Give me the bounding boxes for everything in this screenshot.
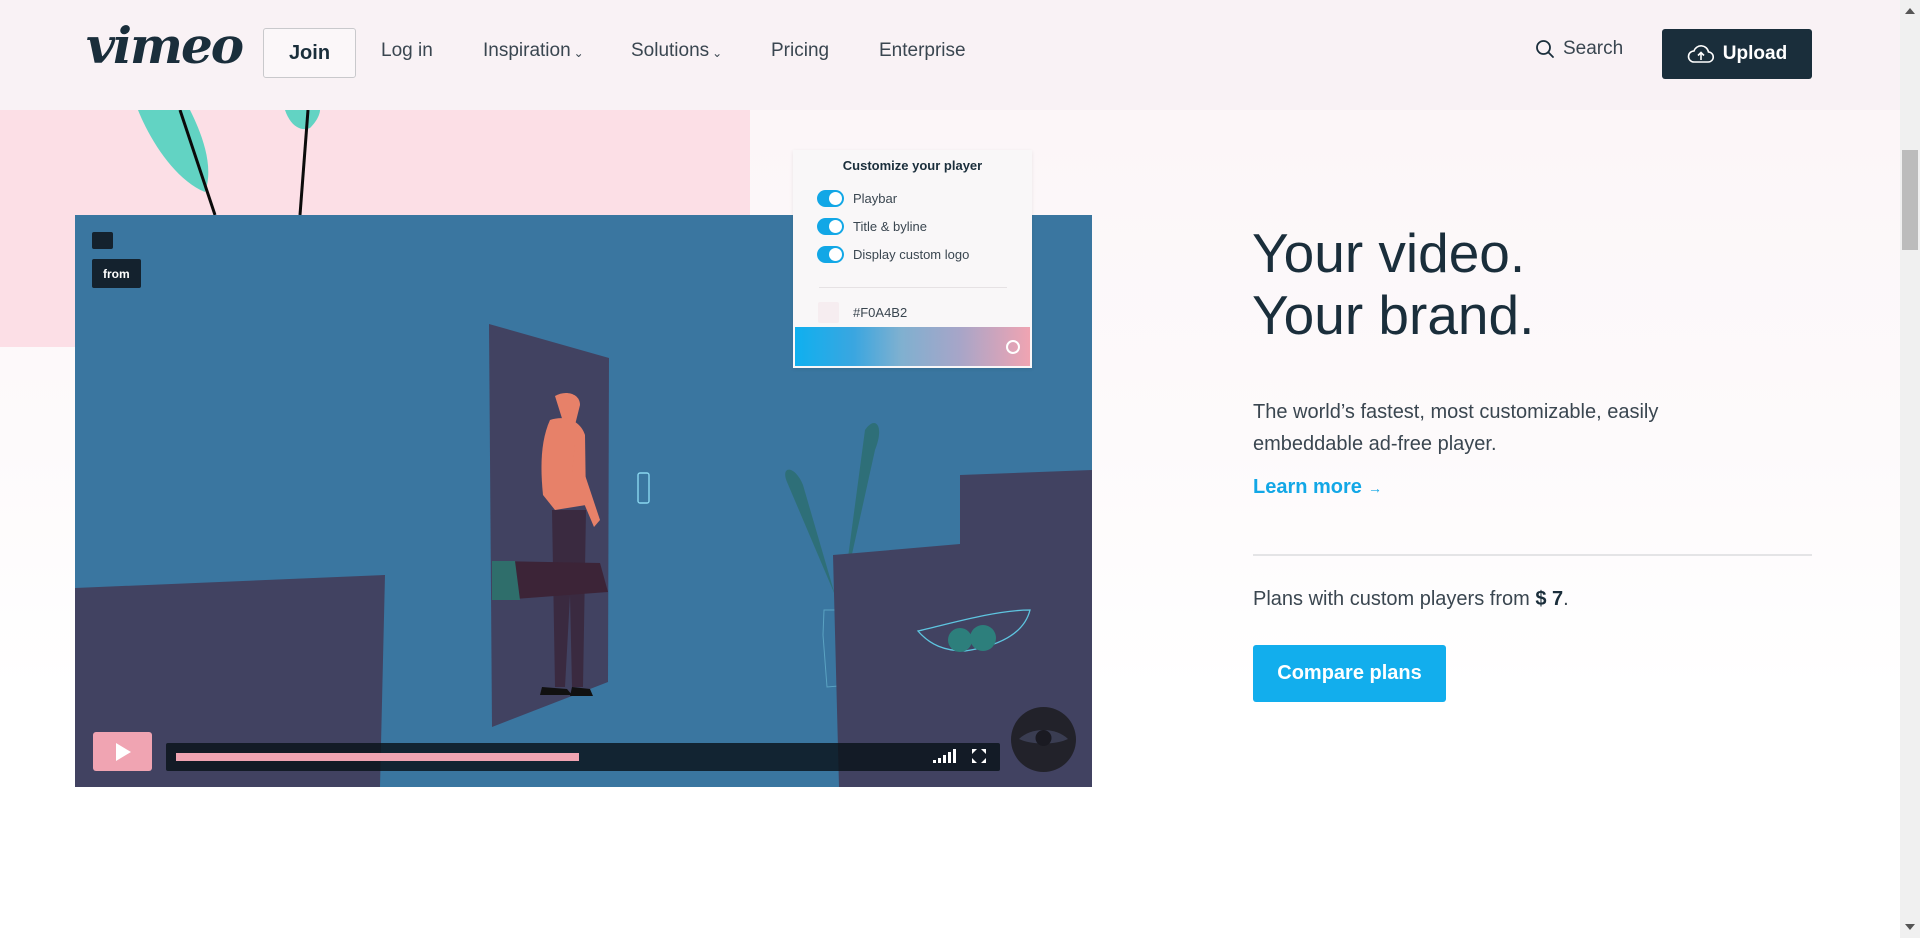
scroll-up-arrow-icon[interactable]: [1905, 8, 1915, 14]
join-button[interactable]: Join: [263, 28, 356, 78]
vimeo-logo[interactable]: vimeo: [86, 18, 244, 74]
play-button[interactable]: [93, 732, 152, 771]
top-nav: vimeo Join Log in Inspiration ⌄ Solution…: [0, 0, 1900, 110]
plans-suffix: .: [1563, 588, 1569, 610]
plant-leaves-illustration: [138, 110, 320, 215]
toggle-label: Title & byline: [853, 219, 927, 234]
nav-log-in[interactable]: Log in: [381, 40, 433, 62]
search-label: Search: [1563, 38, 1624, 59]
nav-label: Pricing: [771, 40, 830, 61]
player-controlbar: [166, 743, 1000, 771]
nav-label: Enterprise: [879, 40, 966, 61]
page-scrollbar[interactable]: [1900, 0, 1920, 938]
learn-more-link[interactable]: Learn more →: [1253, 476, 1382, 499]
toggle-label: Playbar: [853, 191, 898, 206]
toggle-switch[interactable]: [817, 190, 844, 207]
byline-badge[interactable]: from: [92, 259, 141, 288]
nav-inspiration[interactable]: Inspiration ⌄: [483, 40, 584, 62]
logo-placeholder: [92, 232, 113, 249]
color-swatch[interactable]: [818, 302, 839, 323]
color-hex-value: #F0A4B2: [853, 305, 908, 320]
plans-prefix: Plans with custom players from: [1253, 588, 1530, 610]
plans-pricing-text: Plans with custom players from $ 7.: [1253, 588, 1569, 611]
nav-pricing[interactable]: Pricing: [771, 40, 829, 62]
fullscreen-icon[interactable]: [972, 749, 986, 763]
toggle-switch[interactable]: [817, 246, 844, 263]
play-icon: [115, 742, 131, 761]
eye-icon: [1011, 707, 1076, 772]
upload-label: Upload: [1722, 43, 1788, 64]
search-button[interactable]: Search: [1535, 38, 1623, 60]
panel-divider: [819, 287, 1007, 288]
arrow-right-icon: →: [1367, 479, 1382, 496]
toggle-label: Display custom logo: [853, 247, 970, 262]
chevron-down-icon: ⌄: [712, 46, 723, 60]
compare-plans-button[interactable]: Compare plans: [1253, 645, 1446, 702]
scroll-down-arrow-icon[interactable]: [1905, 924, 1915, 930]
toggle-switch[interactable]: [817, 218, 844, 235]
panel-title: Customize your player: [842, 158, 983, 173]
nav-label: Log in: [381, 40, 433, 61]
progress-bar[interactable]: [176, 753, 998, 761]
scrollbar-thumb[interactable]: [1902, 150, 1918, 250]
headline-line-2: Your brand.: [1252, 284, 1535, 346]
progress-fill: [176, 753, 579, 761]
headline-line-1: Your video.: [1252, 222, 1526, 284]
toggle-custom-logo[interactable]: Display custom logo: [817, 246, 969, 263]
nav-enterprise[interactable]: Enterprise: [879, 40, 966, 62]
nav-label: Solutions: [631, 40, 710, 61]
section-divider: [1253, 554, 1812, 556]
cloud-upload-icon: [1687, 45, 1714, 63]
plans-price: $ 7: [1535, 588, 1564, 610]
hero-description: The world’s fastest, most customizable, …: [1253, 401, 1659, 455]
upload-button[interactable]: Upload: [1662, 29, 1812, 79]
toggle-playbar[interactable]: Playbar: [817, 190, 897, 207]
customize-player-panel: Customize your player Playbar Title & by…: [793, 150, 1032, 368]
volume-icon[interactable]: [932, 749, 958, 763]
learn-more-label: Learn more: [1253, 476, 1362, 498]
color-picker-handle[interactable]: [1006, 340, 1020, 354]
nav-label: Inspiration: [483, 40, 571, 61]
chevron-down-icon: ⌄: [573, 46, 584, 60]
search-icon: [1536, 40, 1554, 58]
nav-solutions[interactable]: Solutions ⌄: [631, 40, 722, 62]
color-picker-slider[interactable]: [795, 327, 1030, 366]
hero-headline: Your video. Your brand.: [1252, 222, 1534, 346]
toggle-title-byline[interactable]: Title & byline: [817, 218, 927, 235]
